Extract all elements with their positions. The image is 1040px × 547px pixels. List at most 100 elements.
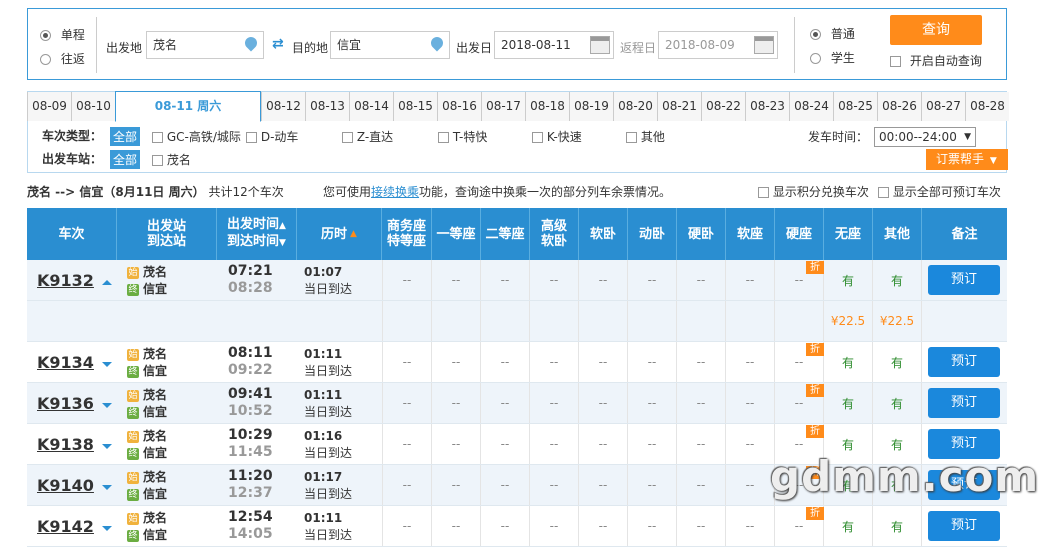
to-station[interactable]: 信宜: [143, 528, 167, 542]
book-button[interactable]: 预订: [928, 347, 1000, 377]
transfer-link[interactable]: 接续换乘: [371, 185, 419, 199]
date-tab[interactable]: 08-17: [481, 92, 525, 121]
checkbox-icon[interactable]: [878, 187, 889, 198]
date-tab[interactable]: 08-21: [657, 92, 701, 121]
seat-cell[interactable]: 有: [873, 260, 922, 300]
date-tab[interactable]: 08-24: [789, 92, 833, 121]
type-d[interactable]: D-动车: [246, 128, 298, 145]
passenger-student[interactable]: 学生: [810, 49, 855, 66]
date-tab[interactable]: 08-27: [921, 92, 965, 121]
date-tab[interactable]: 08-26: [877, 92, 921, 121]
type-k[interactable]: K-快速: [532, 128, 582, 145]
from-station[interactable]: 茂名: [143, 265, 167, 279]
radio-icon[interactable]: [40, 54, 51, 65]
train-number[interactable]: K9138: [37, 435, 94, 454]
date-tab[interactable]: 08-15: [393, 92, 437, 121]
station-maoming[interactable]: 茂名: [152, 151, 191, 168]
train-number-cell[interactable]: K9138: [37, 435, 112, 454]
date-tab[interactable]: 08-28: [965, 92, 1009, 121]
depart-date-field[interactable]: 2018-08-11: [494, 31, 614, 59]
type-t[interactable]: T-特快: [438, 128, 487, 145]
train-number-cell[interactable]: K9136: [37, 394, 112, 413]
date-tab[interactable]: 08-14: [349, 92, 393, 121]
checkbox-icon[interactable]: [532, 132, 543, 143]
train-number[interactable]: K9136: [37, 394, 94, 413]
train-number[interactable]: K9132: [37, 271, 94, 290]
date-tab[interactable]: 08-22: [701, 92, 745, 121]
expand-icon[interactable]: [101, 403, 112, 408]
date-tab[interactable]: 08-10: [71, 92, 115, 121]
booking-helper-button[interactable]: 订票帮手 ▼: [926, 149, 1008, 170]
radio-icon[interactable]: [810, 29, 821, 40]
type-gc[interactable]: GC-高铁/城际: [152, 128, 241, 145]
calendar-icon[interactable]: [754, 36, 774, 54]
to-field[interactable]: 信宜: [330, 31, 450, 59]
from-station[interactable]: 茂名: [143, 347, 167, 361]
train-number[interactable]: K9142: [37, 517, 94, 536]
header-times[interactable]: 出发时间▲ 到达时间▼: [217, 208, 297, 260]
to-station[interactable]: 信宜: [143, 282, 167, 296]
to-station[interactable]: 信宜: [143, 405, 167, 419]
passenger-normal[interactable]: 普通: [810, 25, 855, 42]
checkbox-icon[interactable]: [626, 132, 637, 143]
date-tab[interactable]: 08-25: [833, 92, 877, 121]
return-date-field[interactable]: 2018-08-09: [658, 31, 778, 59]
date-tab[interactable]: 08-09: [27, 92, 71, 121]
from-station[interactable]: 茂名: [143, 429, 167, 443]
location-pin-icon[interactable]: [242, 34, 260, 52]
swap-icon[interactable]: ⇄: [272, 37, 288, 51]
from-station[interactable]: 茂名: [143, 511, 167, 525]
train-number[interactable]: K9134: [37, 353, 94, 372]
seat-cell[interactable]: 有: [824, 383, 873, 423]
train-number-cell[interactable]: K9134: [37, 353, 112, 372]
seat-cell[interactable]: 有: [824, 506, 873, 546]
checkbox-icon[interactable]: [152, 132, 163, 143]
checkbox-icon[interactable]: [438, 132, 449, 143]
date-tab[interactable]: 08-18: [525, 92, 569, 121]
depart-time-select[interactable]: 00:00--24:00 ▼: [874, 127, 976, 147]
checkbox-icon[interactable]: [246, 132, 257, 143]
book-button[interactable]: 预订: [928, 265, 1000, 295]
auto-query-toggle[interactable]: 开启自动查询: [890, 52, 982, 69]
from-station[interactable]: 茂名: [143, 388, 167, 402]
from-field[interactable]: 茂名: [146, 31, 264, 59]
type-z[interactable]: Z-直达: [342, 128, 393, 145]
expand-icon[interactable]: [101, 444, 112, 449]
from-station[interactable]: 茂名: [143, 470, 167, 484]
type-other[interactable]: 其他: [626, 128, 665, 145]
train-number-cell[interactable]: K9132: [37, 271, 112, 290]
date-tab[interactable]: 08-20: [613, 92, 657, 121]
train-number-cell[interactable]: K9142: [37, 517, 112, 536]
station-all[interactable]: 全部: [110, 150, 141, 169]
train-number[interactable]: K9140: [37, 476, 94, 495]
to-station[interactable]: 信宜: [143, 446, 167, 460]
radio-icon[interactable]: [810, 53, 821, 64]
train-type-all[interactable]: 全部: [110, 127, 141, 146]
expand-icon[interactable]: [101, 526, 112, 531]
expand-icon[interactable]: [101, 485, 112, 490]
date-tab[interactable]: 08-13: [305, 92, 349, 121]
collapse-icon[interactable]: [101, 280, 112, 285]
seat-cell[interactable]: 有: [824, 260, 873, 300]
to-station[interactable]: 信宜: [143, 487, 167, 501]
checkbox-icon[interactable]: [152, 155, 163, 166]
trip-type-oneway[interactable]: 单程: [40, 26, 85, 43]
show-all-option[interactable]: 显示全部可预订车次: [878, 183, 1001, 200]
checkbox-icon[interactable]: [758, 187, 769, 198]
checkbox-icon[interactable]: [890, 56, 901, 67]
book-button[interactable]: 预订: [928, 388, 1000, 418]
seat-cell[interactable]: 有: [873, 383, 922, 423]
date-tab[interactable]: 08-12: [261, 92, 305, 121]
to-station[interactable]: 信宜: [143, 364, 167, 378]
seat-cell[interactable]: 有: [824, 342, 873, 382]
header-duration[interactable]: 历时 ▲: [297, 208, 382, 260]
date-tab[interactable]: 08-23: [745, 92, 789, 121]
checkbox-icon[interactable]: [342, 132, 353, 143]
query-button[interactable]: 查询: [890, 15, 982, 45]
location-pin-icon[interactable]: [428, 34, 446, 52]
show-points-option[interactable]: 显示积分兑换车次: [758, 183, 869, 200]
seat-cell[interactable]: 有: [873, 506, 922, 546]
trip-type-roundtrip[interactable]: 往返: [40, 50, 85, 67]
train-number-cell[interactable]: K9140: [37, 476, 112, 495]
seat-cell[interactable]: 有: [873, 342, 922, 382]
